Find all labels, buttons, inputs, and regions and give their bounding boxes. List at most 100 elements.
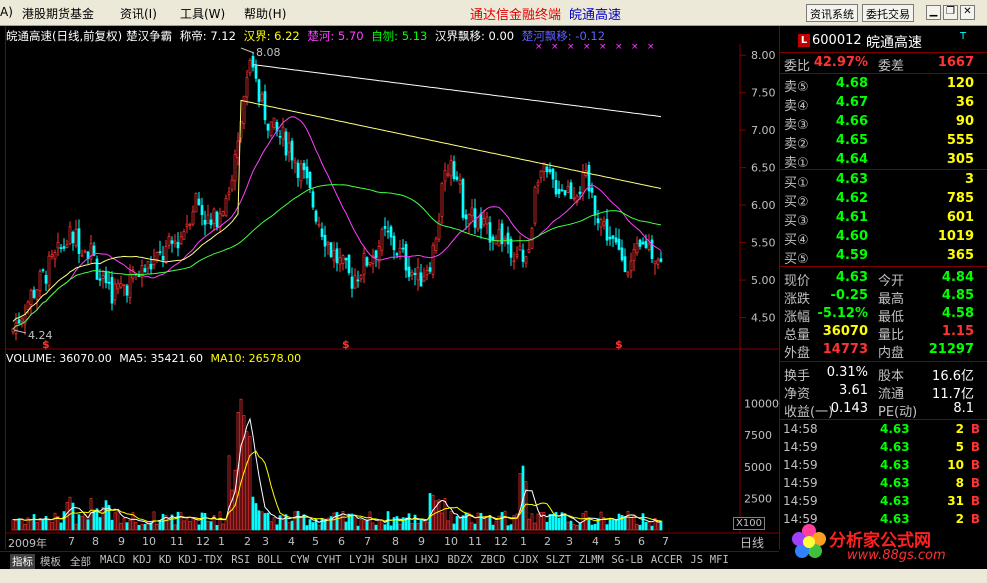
- indicator-tab[interactable]: BOLL: [257, 554, 282, 566]
- volume-bar: [116, 510, 120, 531]
- news-system-button[interactable]: 资讯系统: [806, 4, 858, 22]
- candle-body: [536, 182, 540, 186]
- candle-body: [221, 211, 225, 216]
- volume-bar: [41, 519, 45, 531]
- volume-bar: [470, 522, 474, 531]
- watermark: 分析家公式网 www.88gs.com: [789, 521, 987, 569]
- trade-button[interactable]: 委托交易: [862, 4, 914, 22]
- indicator-tab[interactable]: SLZT: [546, 554, 571, 566]
- stock-code: 600012: [812, 33, 862, 48]
- indicator-tab[interactable]: 模板: [40, 554, 61, 569]
- indicator-tab[interactable]: SG-LB: [611, 554, 643, 566]
- volume-bar: [389, 525, 393, 531]
- month-label: 3: [262, 535, 269, 548]
- minimize-button[interactable]: ▁: [926, 5, 941, 20]
- buy-level-row[interactable]: 买⑤ 4.59 365: [780, 247, 980, 267]
- buy-price: 4.60: [835, 229, 868, 244]
- volume-bar: [548, 514, 552, 531]
- buy-level-label: 买④: [784, 233, 809, 248]
- volume-bar: [104, 500, 108, 531]
- volume-bar: [545, 521, 549, 531]
- chuhe-line: [12, 116, 662, 330]
- tick-price: 4.63: [880, 458, 910, 472]
- buy-level-row[interactable]: 买④ 4.60 1019: [780, 228, 980, 248]
- close-button[interactable]: ✕: [960, 5, 975, 20]
- indicator-tab[interactable]: CYHT: [316, 554, 341, 566]
- volume-bar: [437, 499, 441, 531]
- volume-bar: [74, 523, 78, 531]
- indicator-tab[interactable]: SDLH: [382, 554, 407, 566]
- stat-value: 14773: [822, 342, 868, 357]
- indicator-tab[interactable]: 全部: [70, 554, 91, 569]
- tick-side: B: [970, 494, 980, 508]
- indicator-tab[interactable]: JS: [690, 554, 703, 566]
- indicator-tab[interactable]: LYJH: [349, 554, 374, 566]
- volume-bar: [233, 469, 237, 531]
- indicator-tab[interactable]: CYW: [290, 554, 309, 566]
- candle-body: [503, 237, 507, 241]
- indicator-tab[interactable]: MFI: [710, 554, 729, 566]
- indicator-tab[interactable]: RSI: [231, 554, 250, 566]
- stat-value: -5.12%: [817, 306, 869, 321]
- sell-level-row[interactable]: 卖④ 4.67 36: [780, 94, 980, 114]
- buy-level-row[interactable]: 买① 4.63 3: [780, 171, 980, 191]
- indicator-tab[interactable]: ZLMM: [579, 554, 604, 566]
- indicator-tab[interactable]: KDJ-TDX: [178, 554, 222, 566]
- buy-level-row[interactable]: 买③ 4.61 601: [780, 209, 980, 229]
- volume-bar: [209, 521, 213, 531]
- indicator-tab[interactable]: ZBCD: [480, 554, 505, 566]
- volume-bar: [272, 517, 276, 531]
- candle-body: [638, 239, 642, 247]
- volume-bar: [143, 523, 147, 531]
- sell-level-label: 卖⑤: [784, 80, 809, 95]
- volume-bar: [641, 513, 645, 531]
- indicator-tab[interactable]: CJDX: [513, 554, 538, 566]
- month-label: 7: [68, 535, 75, 548]
- volume-bar: [479, 512, 483, 531]
- indicator-tab[interactable]: BDZX: [447, 554, 472, 566]
- candle-body: [443, 170, 447, 182]
- zixin-value: 自刎: 5.13: [371, 29, 428, 43]
- indicator-tab[interactable]: MACD: [100, 554, 125, 566]
- indicator-tab[interactable]: ACCER: [651, 554, 683, 566]
- candle-body: [401, 247, 405, 250]
- candle-body: [125, 285, 129, 296]
- candle-body: [44, 274, 48, 284]
- sell-level-row[interactable]: 卖① 4.64 305: [780, 151, 980, 171]
- indicator-tab[interactable]: KDJ: [133, 554, 152, 566]
- year-label: 2009年: [8, 537, 47, 550]
- restore-button[interactable]: ❐: [943, 5, 958, 20]
- stat-label-2: 内盘: [878, 346, 905, 361]
- candle-body: [155, 252, 159, 261]
- candle-body: [398, 247, 402, 253]
- sell-level-row[interactable]: 卖③ 4.66 90: [780, 113, 980, 133]
- indicator-tab[interactable]: 指标: [10, 554, 35, 569]
- candle-body: [659, 258, 663, 262]
- volume-info-line: VOLUME: 36070.00 MA5: 35421.60 MA10: 265…: [6, 352, 305, 365]
- candle-body: [218, 213, 222, 228]
- indicator-tab[interactable]: KD: [159, 554, 172, 566]
- volume-bar: [320, 518, 324, 531]
- candle-body: [107, 281, 111, 284]
- sell-level-row[interactable]: 卖② 4.65 555: [780, 132, 980, 152]
- candle-body: [50, 254, 54, 258]
- volume-bar: [473, 523, 477, 531]
- chengdi-value: 称帝: 7.12: [179, 29, 236, 43]
- tick-side: B: [970, 476, 980, 490]
- sell-level-row[interactable]: 卖⑤ 4.68 120: [780, 75, 980, 95]
- buy-level-row[interactable]: 买② 4.62 785: [780, 190, 980, 210]
- month-label: 12: [494, 535, 508, 548]
- volume-bar: [488, 516, 492, 531]
- sell-volume: 90: [955, 114, 974, 129]
- month-label: 7: [364, 535, 371, 548]
- candle-body: [446, 173, 450, 176]
- candle-body: [329, 242, 333, 258]
- volume-bar: [95, 508, 99, 531]
- indicator-tab[interactable]: LHXJ: [415, 554, 440, 566]
- period-label[interactable]: 日线: [740, 534, 764, 551]
- sell-price: 4.68: [835, 76, 868, 91]
- candle-body: [185, 223, 189, 227]
- chengdi-line: [252, 64, 662, 118]
- candle-body: [11, 328, 15, 333]
- kline-chart[interactable]: 8.007.507.006.506.005.505.004.50 1000075…: [0, 0, 779, 550]
